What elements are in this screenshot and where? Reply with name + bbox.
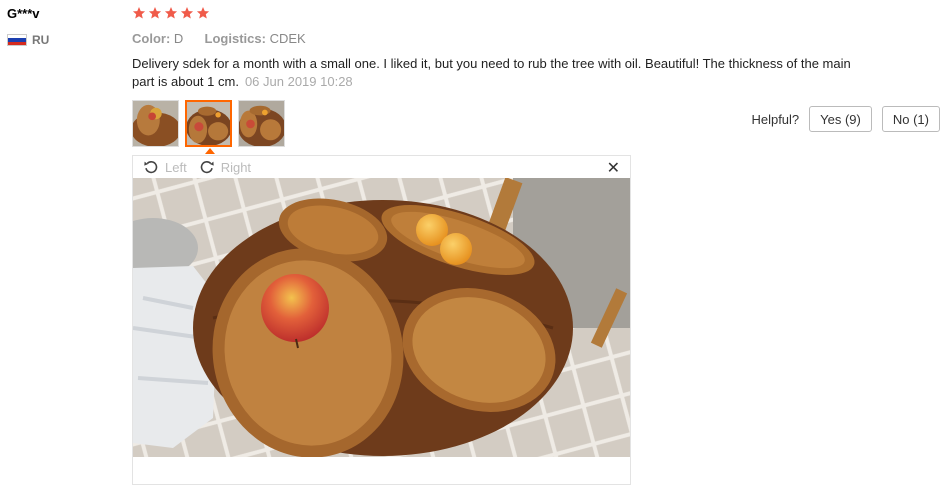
star-icon bbox=[196, 7, 210, 19]
active-thumbnail-indicator bbox=[205, 148, 215, 154]
photo-thumbnail[interactable] bbox=[132, 100, 179, 147]
review-body: Delivery sdek for a month with a small o… bbox=[132, 56, 851, 89]
helpful-no-button[interactable]: No (1) bbox=[881, 106, 940, 132]
rotate-right-icon bbox=[200, 161, 214, 174]
rotate-right-button[interactable]: Right bbox=[199, 159, 251, 175]
review-photo bbox=[133, 178, 630, 457]
color-value: D bbox=[173, 31, 184, 46]
review-photo-image bbox=[133, 178, 630, 457]
photo-viewer: Left Right ✕ bbox=[132, 155, 631, 485]
helpful-yes-button[interactable]: Yes (9) bbox=[809, 106, 872, 132]
review-date: 06 Jun 2019 10:28 bbox=[244, 74, 353, 89]
review-text: Delivery sdek for a month with a small o… bbox=[132, 55, 852, 91]
country-code: RU bbox=[32, 33, 50, 47]
logistics-value: CDEK bbox=[269, 31, 306, 46]
color-label: Color: bbox=[132, 31, 171, 46]
rotate-right-label: Right bbox=[220, 159, 252, 175]
russia-flag-icon bbox=[7, 34, 27, 46]
reviewer-name: G***v bbox=[7, 6, 40, 21]
viewer-toolbar: Left Right ✕ bbox=[133, 156, 630, 178]
rotate-left-icon bbox=[144, 161, 158, 174]
rotate-left-button[interactable]: Left bbox=[143, 159, 187, 175]
photo-thumbnail[interactable] bbox=[238, 100, 285, 147]
rotate-left-label: Left bbox=[165, 159, 187, 175]
photo-thumbnail-active[interactable] bbox=[185, 100, 232, 147]
thumbnail-image bbox=[187, 102, 230, 145]
star-icon bbox=[180, 7, 194, 19]
thumbnail-image bbox=[133, 101, 178, 146]
helpful-voting: Helpful? Yes (9) No (1) bbox=[751, 106, 940, 132]
star-icon bbox=[164, 7, 178, 19]
photo-thumbnails bbox=[132, 100, 285, 147]
logistics-label: Logistics: bbox=[204, 31, 266, 46]
star-rating bbox=[132, 6, 210, 20]
product-attributes: Color: D Logistics: CDEK bbox=[132, 31, 306, 46]
thumbnail-image bbox=[239, 101, 284, 146]
star-icon bbox=[132, 7, 146, 19]
star-icon bbox=[148, 7, 162, 19]
close-icon[interactable]: ✕ bbox=[607, 158, 620, 178]
reviewer-country: RU bbox=[7, 33, 49, 47]
helpful-label: Helpful? bbox=[751, 111, 800, 127]
